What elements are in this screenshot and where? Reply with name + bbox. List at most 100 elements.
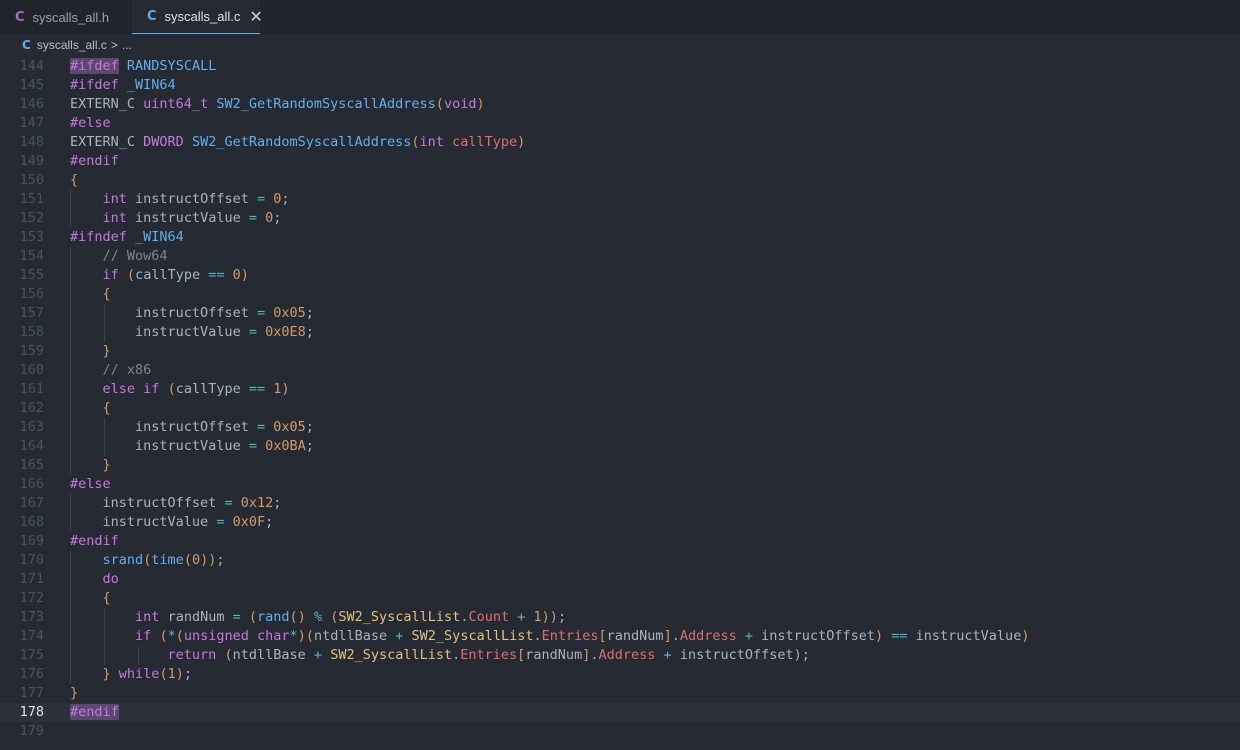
code-line[interactable]: 147 #else <box>0 114 1240 133</box>
line-number: 163 <box>19 419 44 435</box>
code-text: instructValue = 0x0E8; <box>135 324 314 340</box>
code-line[interactable]: 146 EXTERN_C uint64_t SW2_GetRandomSyscal… <box>0 95 1240 114</box>
code-line[interactable]: 176 } while(1); <box>0 665 1240 684</box>
code-text: if (callType == 0) <box>102 267 249 283</box>
code-line[interactable]: 171 do <box>0 570 1240 589</box>
code-text: } <box>70 685 79 701</box>
code-text: #endif <box>70 533 119 549</box>
code-line[interactable]: 158 instructValue = 0x0E8; <box>0 323 1240 342</box>
code-text: if (*(unsigned char*)(ntdllBase + SW2_Sy… <box>135 628 1030 644</box>
code-line[interactable]: 155 if (callType == 0) <box>0 266 1240 285</box>
code-line[interactable]: 154 // Wow64 <box>0 247 1240 266</box>
code-line[interactable]: 163 instructOffset = 0x05; <box>0 418 1240 437</box>
code-text: EXTERN_C DWORD SW2_GetRandomSyscallAddre… <box>70 134 526 150</box>
code-line[interactable]: 173 int randNum = (rand() % (SW2_Syscall… <box>0 608 1240 627</box>
code-text: return (ntdllBase + SW2_SyscallList.Entr… <box>167 647 810 663</box>
line-number: 179 <box>19 723 44 739</box>
code-line[interactable]: 149 #endif <box>0 152 1240 171</box>
code-line[interactable]: 161 else if (callType == 1) <box>0 380 1240 399</box>
code-line[interactable]: 148 EXTERN_C DWORD SW2_GetRandomSyscallAd… <box>0 133 1240 152</box>
line-number: 167 <box>19 495 44 511</box>
code-text: { <box>70 172 79 188</box>
code-line[interactable]: 144 #ifdef RANDSYSCALL <box>0 57 1240 76</box>
code-text: instructOffset = 0x12; <box>102 495 282 511</box>
line-number: 174 <box>19 628 44 644</box>
code-line[interactable]: 153 #ifndef _WIN64 <box>0 228 1240 247</box>
line-number: 151 <box>19 191 44 207</box>
chevron-right-icon: > <box>110 38 118 52</box>
code-text: // x86 <box>70 362 152 378</box>
line-number: 152 <box>19 210 44 226</box>
code-text: EXTERN_C uint64_t SW2_GetRandomSyscallAd… <box>70 96 485 112</box>
code-text: } <box>102 343 111 359</box>
code-text: #endif <box>70 153 119 169</box>
code-line[interactable]: 179 <box>0 722 1240 741</box>
code-line[interactable]: 164 instructValue = 0x0BA; <box>0 437 1240 456</box>
code-text: instructValue = 0x0F; <box>102 514 274 530</box>
line-number: 150 <box>19 172 44 188</box>
code-line[interactable]: 178 #endif <box>0 703 1240 722</box>
line-number: 172 <box>19 590 44 606</box>
code-text: { <box>102 286 111 302</box>
line-number: 166 <box>19 476 44 492</box>
code-line[interactable]: 166 #else <box>0 475 1240 494</box>
code-line[interactable]: 170 srand(time(0)); <box>0 551 1240 570</box>
line-number: 160 <box>19 362 44 378</box>
code-line[interactable]: 162 { <box>0 399 1240 418</box>
line-number: 162 <box>19 400 44 416</box>
close-icon[interactable]: ✕ <box>249 8 262 25</box>
code-text: #endif <box>70 704 119 720</box>
line-number: 161 <box>19 381 44 397</box>
line-number: 169 <box>19 533 44 549</box>
line-number: 173 <box>19 609 44 625</box>
code-text: instructOffset = 0x05; <box>135 305 314 321</box>
code-line[interactable]: 165 } <box>0 456 1240 475</box>
code-text: int instructOffset = 0; <box>102 191 290 207</box>
code-text: do <box>102 571 119 587</box>
line-number: 148 <box>19 134 44 150</box>
line-number: 168 <box>19 514 44 530</box>
code-line[interactable]: 167 instructOffset = 0x12; <box>0 494 1240 513</box>
code-line[interactable]: 151 int instructOffset = 0; <box>0 190 1240 209</box>
line-number: 178 <box>19 704 44 720</box>
code-text: int randNum = (rand() % (SW2_SyscallList… <box>135 609 567 625</box>
tab-syscalls-all-h[interactable]: C syscalls_all.h <box>0 0 132 34</box>
breadcrumb-file[interactable]: syscalls_all.c <box>37 38 107 52</box>
c-file-icon: C <box>15 9 25 25</box>
code-line[interactable]: 175 return (ntdllBase + SW2_SyscallList.… <box>0 646 1240 665</box>
line-number: 176 <box>19 666 44 682</box>
code-editor[interactable]: 144 #ifdef RANDSYSCALL 145 #ifdef _WIN64 146… <box>0 57 1240 750</box>
code-line[interactable]: 159 } <box>0 342 1240 361</box>
line-number: 154 <box>19 248 44 264</box>
code-text: { <box>102 590 111 606</box>
code-text: srand(time(0)); <box>102 552 225 568</box>
code-line[interactable]: 177} <box>0 684 1240 703</box>
tab-syscalls-all-c[interactable]: C syscalls_all.c ✕ <box>132 0 263 34</box>
code-text: } <box>102 457 111 473</box>
c-file-icon: C <box>147 9 157 24</box>
code-line[interactable]: 168 instructValue = 0x0F; <box>0 513 1240 532</box>
breadcrumb-symbol[interactable]: ... <box>122 38 132 52</box>
line-number: 158 <box>19 324 44 340</box>
code-line[interactable]: 150 { <box>0 171 1240 190</box>
line-number: 155 <box>19 267 44 283</box>
code-line[interactable]: 152 int instructValue = 0; <box>0 209 1240 228</box>
code-line[interactable]: 174 if (*(unsigned char*)(ntdllBase + SW… <box>0 627 1240 646</box>
c-file-icon: C <box>22 38 31 52</box>
code-line[interactable]: 169 #endif <box>0 532 1240 551</box>
code-line[interactable]: 172 { <box>0 589 1240 608</box>
line-number: 164 <box>19 438 44 454</box>
line-number: 144 <box>19 58 44 74</box>
line-number: 147 <box>19 115 44 131</box>
line-number: 153 <box>19 229 44 245</box>
line-number: 175 <box>19 647 44 663</box>
code-line[interactable]: 160 // x86 <box>0 361 1240 380</box>
code-line[interactable]: 156 { <box>0 285 1240 304</box>
line-number: 171 <box>19 571 44 587</box>
code-line[interactable]: 145 #ifdef _WIN64 <box>0 76 1240 95</box>
code-line[interactable]: 157 instructOffset = 0x05; <box>0 304 1240 323</box>
code-text: #else <box>70 115 111 131</box>
tab-bar: C syscalls_all.h C syscalls_all.c ✕ <box>0 0 1240 34</box>
code-text: #ifdef RANDSYSCALL <box>70 58 217 74</box>
line-number: 170 <box>19 552 44 568</box>
